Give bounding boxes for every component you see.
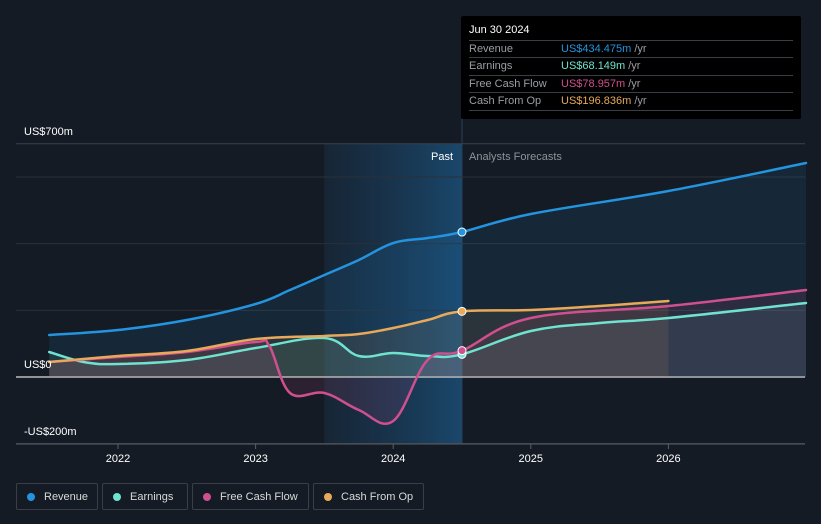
x-tick-label: 2024	[381, 453, 405, 465]
data-point-marker	[457, 346, 467, 356]
tooltip-row-revenue: Revenue US$434.475m/yr	[469, 40, 793, 58]
legend-item-revenue[interactable]: Revenue	[16, 483, 98, 510]
legend-dot-icon	[324, 492, 332, 501]
tooltip-value: US$78.957m/yr	[561, 78, 641, 90]
data-point-marker	[457, 306, 467, 316]
legend-dot-icon	[113, 492, 121, 501]
legend-item-free-cash-flow[interactable]: Free Cash Flow	[192, 483, 309, 510]
x-tick-label: 2026	[656, 453, 680, 465]
tooltip-label: Free Cash Flow	[469, 78, 547, 90]
tooltip: Jun 30 2024 Revenue US$434.475m/yr Earni…	[461, 16, 801, 119]
legend-label: Revenue	[44, 490, 89, 503]
tooltip-label: Revenue	[469, 43, 514, 55]
past-label: Past	[431, 151, 453, 163]
tooltip-date: Jun 30 2024	[469, 24, 530, 36]
tooltip-row-fcf: Free Cash Flow US$78.957m/yr	[469, 75, 793, 93]
legend-dot-icon	[27, 492, 35, 501]
tooltip-label: Cash From Op	[469, 95, 542, 107]
x-tick-label: 2023	[243, 453, 267, 465]
tooltip-value: US$68.149m/yr	[561, 60, 641, 72]
y-tick-label-700: US$700m	[24, 126, 73, 138]
tooltip-label: Earnings	[469, 60, 513, 72]
tooltip-row-earnings: Earnings US$68.149m/yr	[469, 57, 793, 75]
forecast-label: Analysts Forecasts	[469, 151, 562, 163]
tooltip-divider	[469, 110, 793, 111]
tooltip-row-cfo: Cash From Op US$196.836m/yr	[469, 92, 793, 110]
y-tick-label-0: US$0	[24, 359, 52, 371]
legend-dot-icon	[203, 492, 211, 501]
legend-item-earnings[interactable]: Earnings	[102, 483, 188, 510]
tooltip-value: US$434.475m/yr	[561, 43, 647, 55]
legend-label: Cash From Op	[341, 490, 414, 503]
legend: Revenue Earnings Free Cash Flow Cash Fro…	[16, 483, 424, 510]
x-tick-label: 2022	[106, 453, 130, 465]
legend-label: Free Cash Flow	[220, 490, 298, 503]
y-tick-label-neg200: -US$200m	[24, 426, 77, 438]
legend-label: Earnings	[130, 490, 174, 503]
x-tick-label: 2025	[519, 453, 543, 465]
data-point-marker	[457, 227, 467, 237]
legend-item-cash-from-op[interactable]: Cash From Op	[313, 483, 424, 510]
tooltip-value: US$196.836m/yr	[561, 95, 647, 107]
